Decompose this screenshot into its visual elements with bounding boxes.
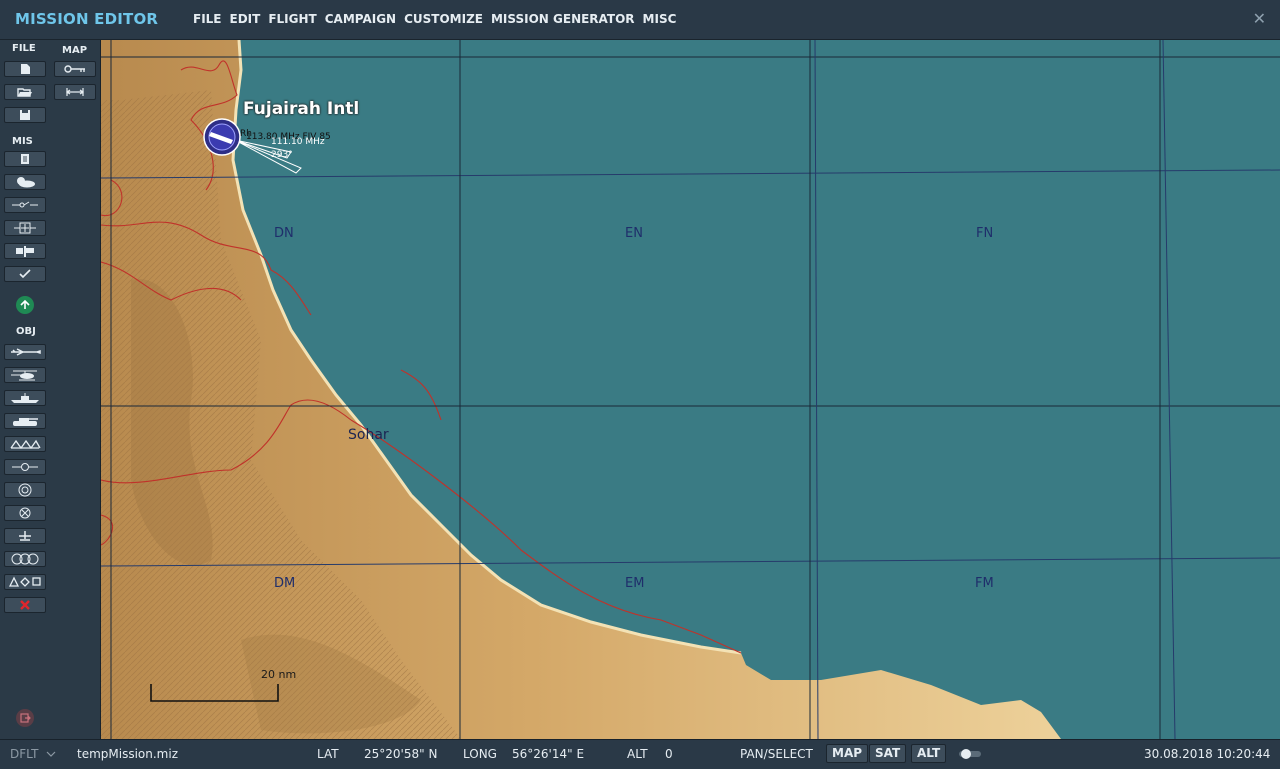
template-icon bbox=[12, 463, 38, 471]
menu-flight[interactable]: FLIGHT bbox=[268, 12, 316, 26]
menu-bar: FILE EDIT FLIGHT CAMPAIGN CUSTOMIZE MISS… bbox=[193, 12, 684, 26]
profile-value: DFLT bbox=[10, 747, 39, 761]
add-helicopter-button[interactable] bbox=[4, 367, 46, 383]
add-airplane-button[interactable] bbox=[4, 344, 46, 360]
menu-edit[interactable]: EDIT bbox=[230, 12, 261, 26]
scale-label: 20 nm bbox=[261, 668, 297, 681]
close-button[interactable]: ✕ bbox=[1253, 9, 1266, 28]
open-file-button[interactable] bbox=[4, 84, 46, 100]
distance-measure-icon bbox=[65, 88, 85, 96]
check-mission-button[interactable] bbox=[4, 266, 46, 282]
airport-name[interactable]: Fujairah Intl bbox=[243, 99, 359, 119]
airplane-icon bbox=[11, 348, 41, 356]
grid-label-fm: FM bbox=[975, 576, 994, 591]
save-file-button[interactable] bbox=[4, 107, 46, 123]
arrow-up-circle-icon bbox=[20, 299, 30, 309]
grid-label-dm: DM bbox=[274, 576, 296, 591]
new-file-icon bbox=[21, 64, 30, 74]
exit-button[interactable] bbox=[16, 709, 34, 727]
check-icon bbox=[19, 269, 31, 279]
add-navpoint-button[interactable] bbox=[4, 482, 46, 498]
long-label: LONG bbox=[463, 747, 497, 761]
add-ship-button[interactable] bbox=[4, 390, 46, 406]
draw-shapes-button[interactable] bbox=[4, 574, 46, 590]
triggers-icon bbox=[12, 201, 38, 208]
shapes-icon bbox=[8, 576, 41, 587]
map-section-label: MAP bbox=[62, 45, 88, 56]
lat-label: LAT bbox=[317, 747, 339, 761]
alt-mode-button[interactable]: ALT bbox=[911, 744, 947, 763]
add-vehicle-button[interactable] bbox=[4, 413, 46, 429]
layer-toggle-button[interactable] bbox=[958, 748, 982, 763]
alt-value: 0 bbox=[665, 747, 673, 761]
add-template-button[interactable] bbox=[4, 459, 46, 475]
briefing-button[interactable] bbox=[4, 151, 46, 167]
obj-section-label: OBJ bbox=[16, 326, 36, 337]
date-time: 30.08.2018 10:20:44 bbox=[1144, 747, 1271, 761]
target-icon bbox=[19, 507, 31, 519]
app-title: MISSION EDITOR bbox=[15, 10, 159, 28]
mission-filename: tempMission.miz bbox=[77, 747, 179, 761]
ruler-button[interactable] bbox=[54, 61, 96, 77]
left-toolbar: FILE MAP MIS OBJ bbox=[0, 40, 101, 739]
map-mode-button[interactable]: MAP bbox=[826, 744, 869, 763]
menu-customize[interactable]: CUSTOMIZE bbox=[404, 12, 483, 26]
weather-button[interactable] bbox=[4, 174, 46, 190]
add-bullseye-button[interactable] bbox=[4, 551, 46, 567]
briefing-icon bbox=[21, 154, 29, 164]
bullseye-icon bbox=[11, 553, 39, 565]
menu-campaign[interactable]: CAMPAIGN bbox=[325, 12, 396, 26]
map-view[interactable]: Fujairah Intl Rh 113.80 MHz FJV 85 111.1… bbox=[101, 40, 1280, 739]
runway-heading: 293° bbox=[271, 150, 293, 160]
alt-label: ALT bbox=[627, 747, 648, 761]
goals-icon bbox=[16, 246, 34, 257]
grid-label-dn: DN bbox=[274, 226, 294, 241]
open-folder-icon bbox=[17, 88, 32, 97]
menu-file[interactable]: FILE bbox=[193, 12, 222, 26]
delete-icon bbox=[20, 600, 30, 610]
delete-button[interactable] bbox=[4, 597, 46, 613]
mis-section-label: MIS bbox=[12, 136, 33, 147]
ship-icon bbox=[11, 393, 39, 403]
title-bar: MISSION EDITOR FILE EDIT FLIGHT CAMPAIGN… bbox=[0, 0, 1280, 40]
new-file-button[interactable] bbox=[4, 61, 46, 77]
navpoint-icon bbox=[18, 483, 32, 497]
sat-mode-button[interactable]: SAT bbox=[869, 744, 907, 763]
triggers-button[interactable] bbox=[4, 197, 46, 213]
long-value: 56°26'14" E bbox=[512, 747, 585, 761]
zones-icon bbox=[14, 222, 36, 234]
arrow-up-button[interactable] bbox=[16, 296, 34, 314]
chevron-down-icon bbox=[46, 751, 56, 757]
grid-label-en: EN bbox=[625, 226, 643, 241]
ruler-icon bbox=[64, 65, 85, 73]
lat-value: 25°20'58" N bbox=[364, 747, 438, 761]
profile-select[interactable]: DFLT bbox=[10, 747, 56, 761]
status-bar: DFLT tempMission.miz LAT 25°20'58" N LON… bbox=[0, 739, 1280, 769]
menu-misc[interactable]: MISC bbox=[643, 12, 677, 26]
menu-mission-generator[interactable]: MISSION GENERATOR bbox=[491, 12, 635, 26]
zones-button[interactable] bbox=[4, 220, 46, 236]
toggle-icon bbox=[959, 749, 981, 759]
add-initial-point-button[interactable] bbox=[4, 528, 46, 544]
exit-icon bbox=[20, 713, 31, 723]
static-object-icon bbox=[10, 439, 41, 449]
save-disk-icon bbox=[20, 110, 30, 120]
add-target-button[interactable] bbox=[4, 505, 46, 521]
file-section-label: FILE bbox=[12, 43, 36, 54]
initial-point-icon bbox=[19, 531, 31, 541]
distance-measure-button[interactable] bbox=[54, 84, 96, 100]
goals-button[interactable] bbox=[4, 243, 46, 259]
grid-label-em: EM bbox=[625, 576, 645, 591]
helicopter-icon bbox=[11, 370, 37, 381]
add-static-button[interactable] bbox=[4, 436, 46, 452]
mode-indicator: PAN/SELECT bbox=[740, 747, 813, 761]
grid-label-fn: FN bbox=[976, 226, 994, 241]
ils-frequency: 111.10 MHz bbox=[271, 137, 325, 147]
weather-icon bbox=[17, 177, 35, 188]
tank-icon bbox=[13, 418, 38, 426]
city-label-sohar: Sohar bbox=[348, 427, 389, 443]
